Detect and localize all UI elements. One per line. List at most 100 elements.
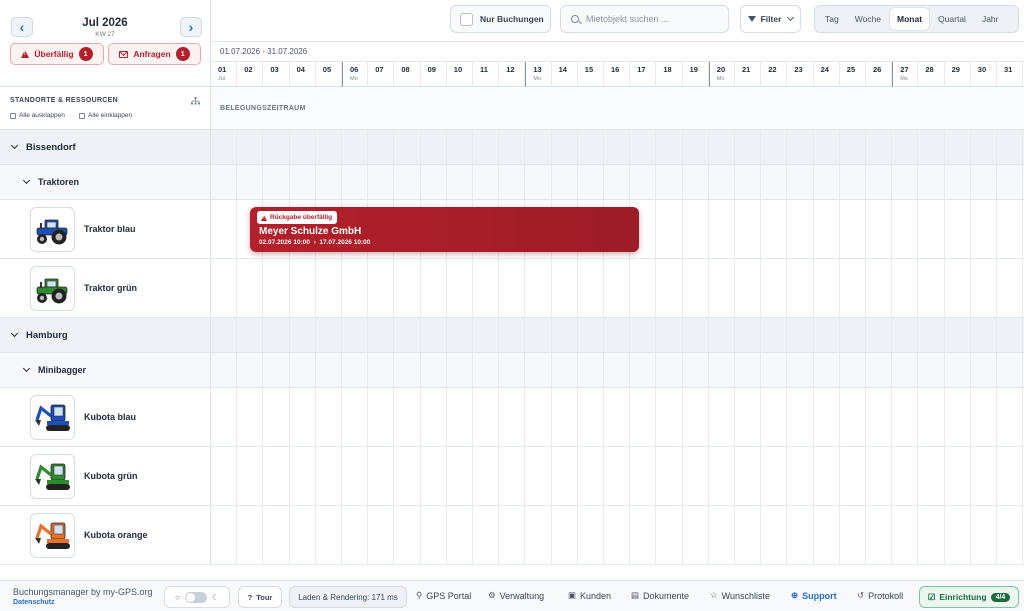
- grid-line: [603, 259, 604, 317]
- grid-line: [655, 165, 657, 199]
- booking-arrow-icon: ›: [313, 239, 316, 246]
- month-title: Jul 2026: [82, 17, 128, 29]
- footer-link-label: Dokumente: [643, 590, 690, 601]
- grid-line: [786, 506, 788, 564]
- grid-line: [367, 506, 369, 564]
- grid-line: [707, 388, 709, 446]
- resource-label[interactable]: Kubota orange: [0, 506, 211, 564]
- grid-line: [1022, 318, 1024, 352]
- excavator-icon: [30, 512, 75, 558]
- requests-button[interactable]: Anfragen 1: [108, 43, 201, 65]
- grid-line: [786, 318, 788, 352]
- grid-line: [1022, 353, 1024, 387]
- grid-line: [367, 259, 369, 317]
- day-number: 30: [977, 65, 987, 74]
- footer-link-support[interactable]: ⊕ Support: [791, 590, 837, 601]
- overdue-label: Überfällig: [34, 49, 74, 59]
- timeline-track[interactable]: [211, 165, 1024, 199]
- footer-link-label: GPS Portal: [426, 590, 472, 601]
- grid-line: [917, 353, 919, 387]
- grid-line: [838, 200, 840, 258]
- collapse-all-button[interactable]: Alle einklappen: [79, 112, 132, 119]
- grid-line: [367, 353, 369, 387]
- footer-link-verwaltung[interactable]: ⚙ Verwaltung: [488, 590, 544, 601]
- view-option-tag[interactable]: Tag: [818, 8, 846, 30]
- day-number: 27: [900, 65, 909, 74]
- grid-line: [655, 506, 657, 564]
- grid-line: [917, 200, 919, 258]
- prev-month-button[interactable]: ‹: [11, 17, 33, 37]
- setup-button[interactable]: ☑ Einrichtung 4/4: [919, 586, 1019, 608]
- grid-line: [629, 130, 631, 164]
- grid-line: [603, 353, 604, 387]
- tractor-icon: [30, 206, 75, 252]
- grid-line: [550, 506, 552, 564]
- search-input[interactable]: Mietobjekt suchen ...: [560, 5, 729, 33]
- day-header-cell: 15: [578, 62, 604, 87]
- timeline-track[interactable]: [211, 130, 1024, 164]
- only-bookings-toggle[interactable]: Nur Buchungen: [450, 5, 551, 33]
- theme-switch[interactable]: [184, 591, 207, 603]
- next-month-button[interactable]: ›: [180, 17, 202, 37]
- footer-link-kunden[interactable]: ▣ Kunden: [568, 590, 611, 601]
- overdue-button[interactable]: Überfällig 1: [10, 43, 104, 65]
- view-option-woche[interactable]: Woche: [848, 8, 888, 30]
- day-header-cell: 03: [263, 62, 290, 87]
- grid-line: [969, 318, 971, 352]
- timeline-track[interactable]: [211, 506, 1024, 564]
- view-option-monat[interactable]: Monat: [890, 8, 930, 30]
- timeline-track[interactable]: [211, 259, 1024, 317]
- hierarchy-icon[interactable]: [191, 97, 200, 105]
- grid-line: [996, 259, 997, 317]
- grid-line: [891, 259, 893, 317]
- grid-line: [524, 388, 526, 446]
- grid-line: [838, 353, 840, 387]
- grid-line: [969, 130, 971, 164]
- grid-line: [917, 259, 919, 317]
- day-header-cell: 30: [971, 62, 997, 87]
- day-number: 19: [689, 65, 698, 74]
- day-header-cell: 18: [656, 62, 683, 87]
- view-option-quartal[interactable]: Quartal: [931, 8, 973, 30]
- timeline-track[interactable]: [211, 353, 1024, 387]
- footer-link-protokoll[interactable]: ↺ Protokoll: [857, 590, 903, 601]
- timeline-track[interactable]: [211, 318, 1024, 352]
- grid-line: [786, 165, 788, 199]
- group-toggle[interactable]: Minibagger: [0, 353, 211, 387]
- footer-link-dokumente[interactable]: ▤ Dokumente: [631, 590, 689, 601]
- view-option-jahr[interactable]: Jahr: [975, 8, 1006, 30]
- group-toggle[interactable]: Bissendorf: [0, 130, 211, 164]
- history-icon: ↺: [857, 590, 865, 600]
- day-number: 05: [322, 65, 332, 74]
- day-number: 06: [350, 65, 359, 74]
- grid-line: [969, 353, 971, 387]
- tour-button[interactable]: ? Tour: [238, 586, 282, 608]
- privacy-link[interactable]: Datenschutz: [13, 599, 55, 606]
- map-pin-icon: ⚲: [416, 590, 423, 600]
- resource-label[interactable]: Traktor grün: [0, 259, 211, 317]
- grid-line: [393, 165, 395, 199]
- timeline-track[interactable]: [211, 388, 1024, 446]
- footer-link-wunschliste[interactable]: ☆ Wunschliste: [710, 590, 770, 601]
- timeline-track[interactable]: [211, 447, 1024, 505]
- grid-line: [734, 388, 735, 446]
- resource-label[interactable]: Kubota grün: [0, 447, 211, 505]
- grid-line: [838, 318, 840, 352]
- only-bookings-checkbox[interactable]: [460, 12, 473, 26]
- filter-button[interactable]: Filter: [740, 5, 801, 33]
- group-toggle[interactable]: Hamburg: [0, 318, 211, 352]
- grid-line: [367, 130, 369, 164]
- location-row: Hamburg: [0, 318, 1024, 353]
- booking-bar[interactable]: Rückgabe überfällig Meyer Schulze GmbH 0…: [250, 207, 639, 252]
- expand-all-button[interactable]: Alle ausklappen: [10, 112, 65, 119]
- collapse-icon: [79, 112, 85, 119]
- footer-link-gps-portal[interactable]: ⚲ GPS Portal: [416, 590, 471, 601]
- grid-line: [262, 388, 264, 446]
- resource-label[interactable]: Traktor blau: [0, 200, 211, 258]
- grid-line: [891, 388, 893, 446]
- theme-toggle[interactable]: ○ ☾: [164, 586, 230, 608]
- grid-line: [786, 259, 788, 317]
- grid-line: [262, 353, 264, 387]
- resource-label[interactable]: Kubota blau: [0, 388, 211, 446]
- group-toggle[interactable]: Traktoren: [0, 165, 211, 199]
